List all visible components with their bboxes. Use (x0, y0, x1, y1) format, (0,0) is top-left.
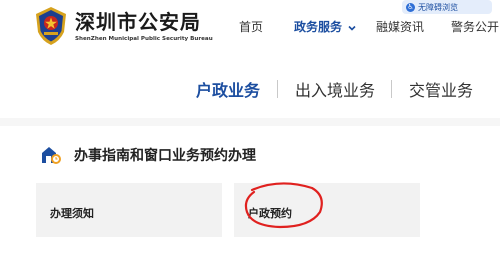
police-emblem-icon (36, 7, 66, 45)
guide-house-icon (42, 147, 61, 164)
nav-media-news[interactable]: 融媒资讯 (376, 18, 424, 35)
nav-home[interactable]: 首页 (239, 18, 263, 35)
brand-title: 深圳市公安局 (75, 9, 201, 34)
section-header: 办事指南和窗口业务预约办理 (40, 144, 256, 166)
section-title: 办事指南和窗口业务预约办理 (74, 148, 256, 164)
card-instructions[interactable]: 办理须知 (36, 183, 222, 237)
accessibility-button[interactable]: ♿ 无障碍浏览 (402, 0, 492, 14)
tab-traffic[interactable]: 交管业务 (409, 77, 473, 101)
tab-exit-entry[interactable]: 出入境业务 (295, 77, 375, 101)
tab-household[interactable]: 户政业务 (196, 77, 260, 101)
section-divider (0, 118, 500, 126)
business-tabs: 户政业务 出入境业务 交管业务 (0, 70, 500, 104)
accessibility-label: 无障碍浏览 (418, 2, 458, 12)
nav-government-services[interactable]: 政务服务 (294, 18, 356, 35)
chevron-down-icon (348, 25, 356, 31)
nav-government-services-label: 政务服务 (294, 20, 343, 34)
nav-home-label: 首页 (239, 20, 264, 34)
site-logo[interactable]: 深圳市公安局 ShenZhen Municipal Public Securit… (33, 6, 213, 46)
nav-police-affairs-label: 警务公开 (451, 20, 500, 34)
tab-divider (277, 80, 278, 98)
nav-media-news-label: 融媒资讯 (376, 20, 425, 34)
accessibility-icon: ♿ (406, 2, 415, 12)
nav-police-affairs[interactable]: 警务公开 (451, 18, 499, 35)
brand-subtitle: ShenZhen Municipal Public Security Burea… (75, 35, 213, 42)
site-header: 深圳市公安局 ShenZhen Municipal Public Securit… (0, 0, 500, 58)
tab-divider (391, 80, 392, 98)
card-instructions-label: 办理须知 (50, 207, 94, 220)
red-annotation-circle (244, 182, 323, 229)
